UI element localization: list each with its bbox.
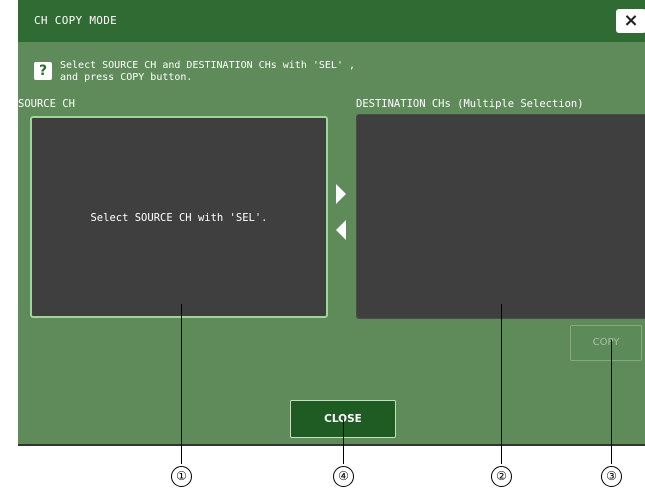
help-line-2: and press COPY button. xyxy=(60,72,193,83)
callout-3: ③ xyxy=(601,466,622,487)
window-title: CH COPY MODE xyxy=(34,14,118,27)
destination-chs-label: DESTINATION CHs (Multiple Selection) xyxy=(356,98,584,110)
copy-button[interactable]: COPY xyxy=(570,325,642,361)
callout-line-1 xyxy=(181,304,182,464)
arrow-left-icon xyxy=(336,220,346,240)
source-ch-panel[interactable]: Select SOURCE CH with 'SEL'. xyxy=(30,116,328,318)
ch-copy-mode-window: CH COPY MODE × ? Select SOURCE CH and DE… xyxy=(18,0,645,446)
callout-line-4 xyxy=(343,420,344,464)
close-icon: × xyxy=(623,10,639,31)
callout-2: ② xyxy=(491,466,512,487)
arrow-right-icon xyxy=(336,184,346,204)
title-bar: CH COPY MODE × xyxy=(18,0,645,42)
callout-4: ④ xyxy=(333,466,354,487)
window-bottom-border xyxy=(18,444,645,446)
help-line-1: Select SOURCE CH and DESTINATION CHs wit… xyxy=(60,60,356,71)
help-icon: ? xyxy=(34,62,52,80)
copy-direction-arrows-icon xyxy=(336,184,346,240)
callout-line-2 xyxy=(501,304,502,464)
source-ch-label: SOURCE CH xyxy=(18,98,75,110)
destination-chs-panel[interactable] xyxy=(356,114,645,319)
close-window-button[interactable]: × xyxy=(616,9,645,33)
help-text: Select SOURCE CH and DESTINATION CHs wit… xyxy=(60,60,355,84)
callout-line-3 xyxy=(611,340,612,464)
source-ch-placeholder: Select SOURCE CH with 'SEL'. xyxy=(90,212,268,224)
callout-1: ① xyxy=(171,466,192,487)
